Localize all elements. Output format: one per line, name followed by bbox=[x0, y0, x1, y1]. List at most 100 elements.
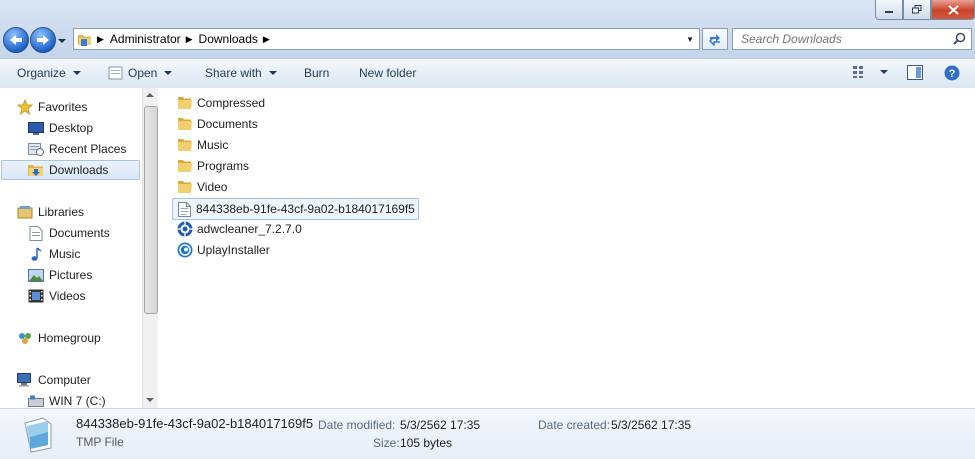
close-button[interactable] bbox=[931, 0, 975, 20]
refresh-button[interactable] bbox=[702, 28, 728, 50]
help-button[interactable]: ? bbox=[944, 65, 960, 81]
nav-favorites[interactable]: Favorites bbox=[17, 97, 87, 117]
nav-label: WIN 7 (C:) bbox=[49, 394, 106, 408]
list-item[interactable]: Video bbox=[174, 177, 230, 197]
list-item[interactable]: UplayInstaller bbox=[174, 240, 273, 260]
nav-label: Favorites bbox=[38, 100, 88, 114]
nav-desktop[interactable]: Desktop bbox=[28, 118, 93, 138]
search-input[interactable] bbox=[739, 31, 948, 47]
forward-button[interactable] bbox=[30, 27, 56, 53]
tmp-file-icon bbox=[176, 201, 192, 217]
open-file-icon bbox=[108, 66, 123, 80]
nav-pictures[interactable]: Pictures bbox=[28, 265, 92, 285]
homegroup-icon bbox=[17, 330, 33, 346]
scroll-up-icon[interactable] bbox=[146, 93, 154, 97]
title-bar: ▶ Administrator ▶ Downloads ▶ ▼ bbox=[0, 0, 975, 58]
libraries-icon bbox=[17, 204, 33, 220]
open-button[interactable]: Open bbox=[108, 65, 173, 81]
recent-places-icon bbox=[28, 141, 44, 157]
drive-icon bbox=[28, 393, 44, 408]
music-note-icon bbox=[28, 246, 44, 262]
open-label: Open bbox=[128, 66, 158, 80]
nav-downloads[interactable]: Downloads bbox=[1, 160, 140, 180]
nav-label: Pictures bbox=[49, 268, 93, 282]
list-item[interactable]: Compressed bbox=[174, 93, 268, 113]
search-icon[interactable] bbox=[953, 32, 966, 45]
navigation-scrollbar[interactable] bbox=[142, 88, 158, 408]
file-name: Programs bbox=[197, 159, 250, 173]
nav-music[interactable]: Music bbox=[28, 244, 80, 264]
nav-label: Recent Places bbox=[49, 142, 127, 156]
folder-icon bbox=[177, 179, 193, 195]
list-item[interactable]: Programs bbox=[174, 156, 252, 176]
star-icon bbox=[17, 99, 33, 115]
organize-button[interactable]: Organize bbox=[17, 65, 81, 81]
new-folder-button[interactable]: New folder bbox=[359, 65, 416, 81]
breadcrumb-separator[interactable]: ▶ bbox=[97, 34, 104, 45]
share-with-button[interactable]: Share with bbox=[205, 65, 277, 81]
date-modified-label: Date modified: bbox=[318, 418, 396, 432]
recent-pages-button[interactable] bbox=[58, 34, 66, 43]
nav-label: Documents bbox=[49, 226, 110, 240]
nav-label: Music bbox=[49, 247, 81, 261]
nav-label: Computer bbox=[38, 373, 91, 387]
chevron-down-icon bbox=[58, 39, 66, 43]
folder-icon bbox=[177, 95, 193, 111]
close-icon bbox=[947, 4, 959, 15]
desktop-icon bbox=[28, 120, 44, 136]
maximize-button[interactable] bbox=[903, 0, 931, 20]
details-file-type: TMP File bbox=[76, 435, 124, 449]
file-name: adwcleaner_7.2.7.0 bbox=[197, 222, 302, 236]
list-item[interactable]: Documents bbox=[174, 114, 261, 134]
nav-recent-places[interactable]: Recent Places bbox=[28, 139, 126, 159]
scroll-down-icon[interactable] bbox=[146, 398, 154, 402]
nav-documents[interactable]: Documents bbox=[28, 223, 110, 243]
back-button[interactable] bbox=[3, 27, 29, 53]
breadcrumb-downloads[interactable]: Downloads bbox=[199, 32, 258, 46]
scrollbar-thumb[interactable] bbox=[144, 106, 158, 314]
minimize-button[interactable] bbox=[875, 0, 903, 20]
breadcrumb-separator[interactable]: ▶ bbox=[263, 34, 270, 45]
nav-label: Videos bbox=[49, 289, 86, 303]
details-file-name: 844338eb-91fe-43cf-9a02-b184017169f5 bbox=[76, 416, 314, 431]
burn-button[interactable]: Burn bbox=[304, 65, 329, 81]
refresh-icon bbox=[708, 34, 720, 46]
arrow-left-icon bbox=[10, 35, 22, 45]
folder-icon bbox=[78, 34, 91, 46]
breadcrumb-separator[interactable]: ▶ bbox=[186, 34, 193, 45]
help-icon: ? bbox=[944, 65, 960, 81]
tmp-file-large-icon bbox=[24, 417, 52, 453]
address-bar[interactable]: ▶ Administrator ▶ Downloads ▶ ▼ bbox=[73, 28, 700, 50]
film-strip-icon bbox=[28, 288, 44, 304]
new-folder-label: New folder bbox=[359, 66, 417, 80]
change-view-button[interactable] bbox=[852, 65, 888, 79]
preview-pane-icon bbox=[907, 65, 923, 80]
folder-icon bbox=[177, 158, 193, 174]
chevron-down-icon bbox=[268, 71, 277, 75]
share-with-label: Share with bbox=[205, 66, 262, 80]
nav-libraries[interactable]: Libraries bbox=[17, 202, 84, 222]
chevron-down-icon bbox=[72, 71, 81, 75]
nav-label: Homegroup bbox=[38, 331, 101, 345]
computer-icon bbox=[17, 372, 33, 388]
nav-computer[interactable]: Computer bbox=[17, 370, 91, 390]
file-name: Compressed bbox=[197, 96, 266, 110]
file-list: Compressed Documents Music Programs Vide… bbox=[158, 88, 975, 408]
nav-win7-drive[interactable]: WIN 7 (C:) bbox=[28, 391, 106, 408]
breadcrumb-administrator[interactable]: Administrator bbox=[110, 32, 181, 46]
list-item[interactable]: 844338eb-91fe-43cf-9a02-b184017169f5 bbox=[172, 198, 419, 220]
list-item[interactable]: adwcleaner_7.2.7.0 bbox=[174, 219, 305, 239]
address-dropdown-icon[interactable]: ▼ bbox=[686, 35, 694, 44]
size-label: Size: bbox=[373, 436, 400, 450]
view-options-icon bbox=[853, 66, 863, 78]
nav-homegroup[interactable]: Homegroup bbox=[17, 328, 101, 348]
file-name: Video bbox=[197, 180, 228, 194]
preview-pane-button[interactable] bbox=[907, 65, 923, 80]
date-created-value: 5/3/2562 17:35 bbox=[611, 418, 692, 432]
list-item[interactable]: Music bbox=[174, 135, 231, 155]
search-box[interactable] bbox=[732, 28, 972, 50]
date-created-label: Date created: bbox=[538, 418, 611, 432]
window-controls bbox=[875, 0, 975, 20]
nav-videos[interactable]: Videos bbox=[28, 286, 85, 306]
restore-icon bbox=[912, 5, 922, 14]
